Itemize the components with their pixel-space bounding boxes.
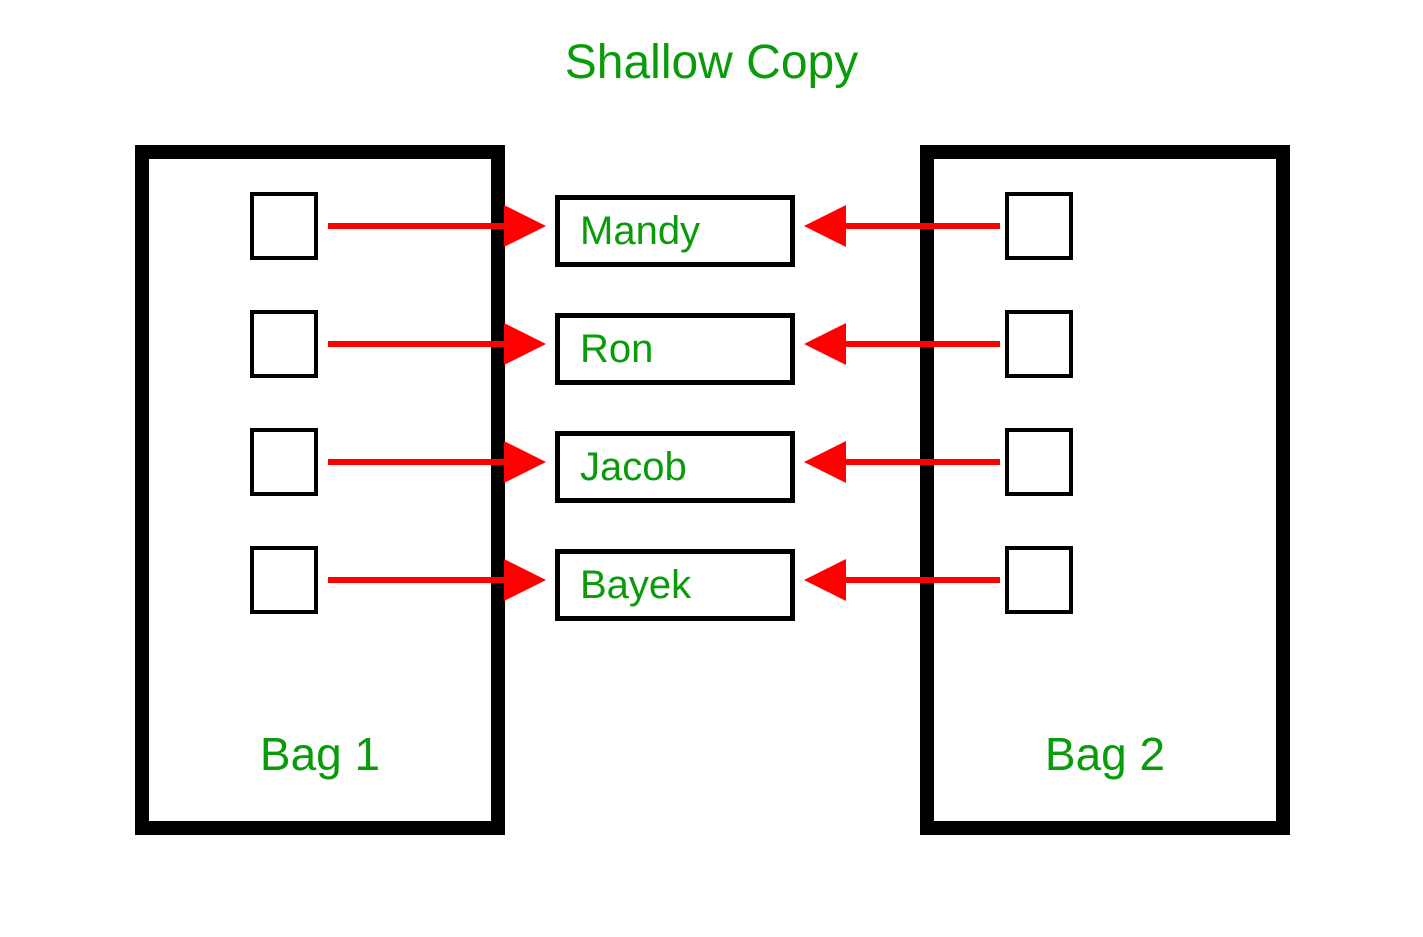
bag-1-slot: [250, 310, 318, 378]
bag-2-slot: [1005, 428, 1073, 496]
diagram-title: Shallow Copy: [0, 35, 1423, 90]
bag-2-slot: [1005, 546, 1073, 614]
bag-1-slot: [250, 546, 318, 614]
bag-1-slot: [250, 428, 318, 496]
shared-item: Ron: [555, 313, 795, 385]
diagram-canvas: Shallow Copy Bag 1 Bag 2 Mandy Ron Jacob…: [0, 0, 1423, 937]
shared-item-label: Ron: [580, 327, 653, 372]
shared-item: Bayek: [555, 549, 795, 621]
bag-1: Bag 1: [135, 145, 505, 835]
bag-1-label: Bag 1: [149, 727, 491, 781]
shared-item-label: Jacob: [580, 445, 687, 490]
bag-1-slot: [250, 192, 318, 260]
shared-item: Jacob: [555, 431, 795, 503]
shared-item: Mandy: [555, 195, 795, 267]
bag-2-slot: [1005, 310, 1073, 378]
bag-2-label: Bag 2: [934, 727, 1276, 781]
bag-2: Bag 2: [920, 145, 1290, 835]
shared-item-label: Bayek: [580, 563, 691, 608]
shared-item-label: Mandy: [580, 209, 700, 254]
bag-2-slot: [1005, 192, 1073, 260]
